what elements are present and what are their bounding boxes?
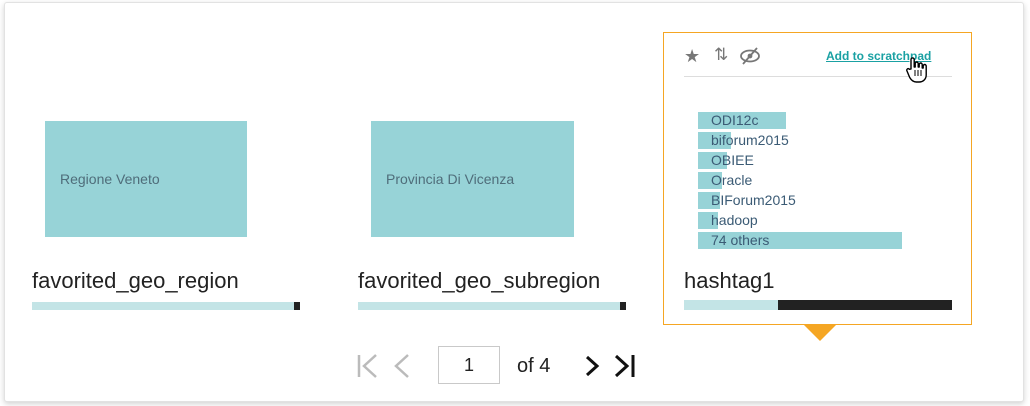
value-label: ODI12c [711,112,759,128]
selection-pointer [804,325,836,341]
value-label: Oracle [711,172,753,188]
progress-bar-region [32,302,300,310]
hide-icon[interactable] [738,46,762,69]
page-count-label: of 4 [517,355,551,377]
sort-icon[interactable]: ⇅ [714,46,728,64]
star-icon[interactable]: ★ [684,47,700,65]
progress-bar-subregion [358,302,626,310]
last-page-icon[interactable] [613,353,637,379]
next-page-icon[interactable] [584,355,600,377]
tile-subregion[interactable]: Provincia Di Vicenza [371,121,574,237]
value-label: hadoop [711,212,758,228]
tile-label: Regione Veneto [60,171,160,187]
card-title-subregion[interactable]: favorited_geo_subregion [358,268,600,294]
value-label: BIForum2015 [711,192,796,208]
first-page-icon[interactable] [356,353,380,379]
card-title-region[interactable]: favorited_geo_region [32,268,239,294]
tile-label: Provincia Di Vicenza [386,171,515,187]
value-label: 74 others [711,232,770,248]
card-title-hashtag[interactable]: hashtag1 [684,268,775,294]
progress-bar-hashtag [684,300,952,310]
page-number-input[interactable] [438,346,500,384]
tile-region[interactable]: Regione Veneto [45,121,247,237]
progress-fill [778,300,952,310]
value-label: biforum2015 [711,132,789,148]
hand-cursor-icon [906,57,927,83]
progress-fill [620,302,626,310]
prev-page-icon[interactable] [393,353,411,379]
progress-fill [294,302,300,310]
hide-icon-svg [740,47,760,65]
value-label: OBIEE [711,152,754,168]
